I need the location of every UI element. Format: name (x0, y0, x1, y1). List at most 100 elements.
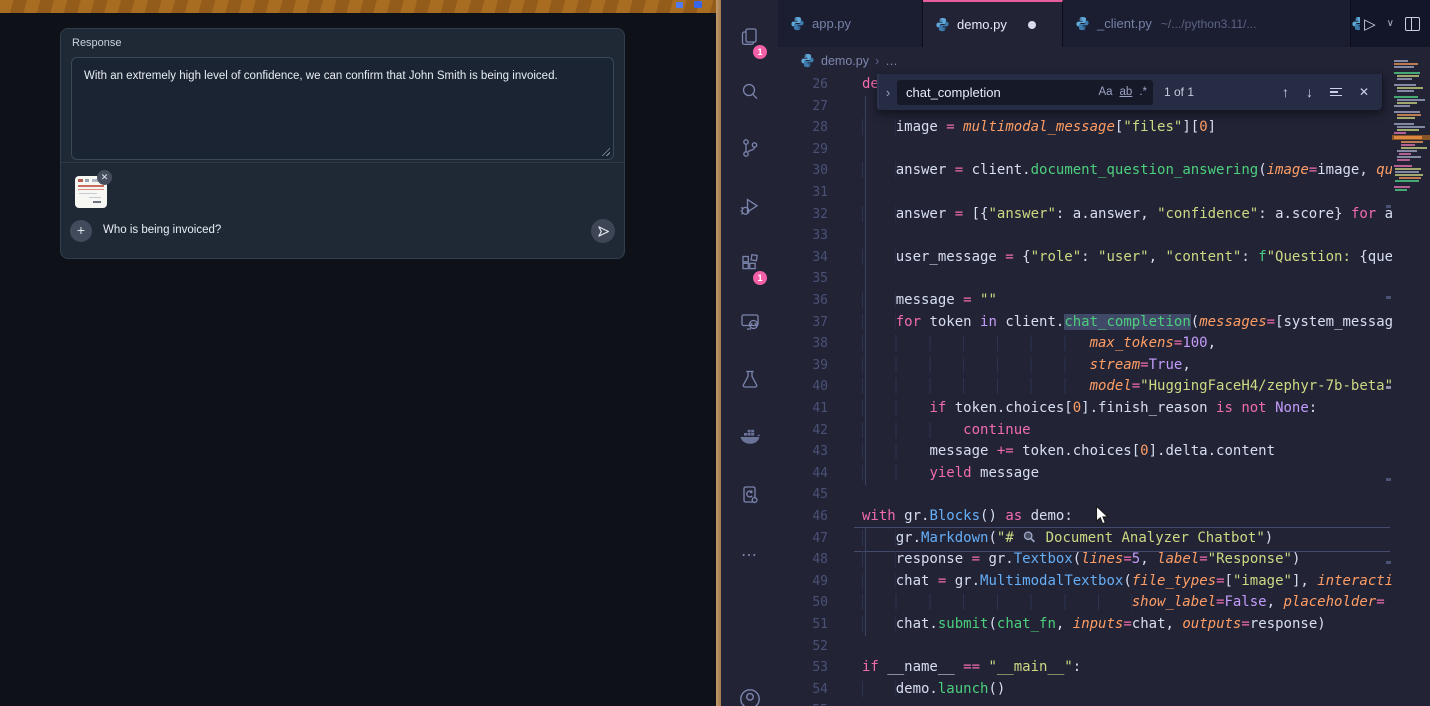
minimap-line (1397, 156, 1421, 158)
python-file-icon (1351, 16, 1360, 31)
line-number: 44 (716, 463, 828, 485)
code-line[interactable]: 47 gr.Markdown("# Document Analyzer Chat… (716, 528, 1392, 550)
response-textarea[interactable]: With an extremely high level of confiden… (71, 57, 614, 160)
minimap-line (1394, 72, 1420, 74)
line-number: 37 (716, 312, 828, 334)
code-line[interactable]: 48 response = gr.Textbox(lines=5, label=… (716, 549, 1392, 571)
minimap-line (1394, 84, 1416, 86)
close-find-button[interactable]: ✕ (1359, 85, 1369, 99)
tab-client-py[interactable]: _client.py ~/.../python3.11/... (1063, 0, 1351, 47)
code-line[interactable]: 35 (716, 268, 1392, 290)
editor-tabs: app.py demo.py _client.py ~/.../python3.… (778, 0, 1430, 47)
line-number: 30 (716, 160, 828, 182)
mouse-cursor (1095, 505, 1110, 531)
remove-attachment-button[interactable]: ✕ (97, 170, 112, 185)
minimap-line (1395, 189, 1407, 191)
minimap-line (1394, 123, 1414, 125)
code-line[interactable]: 29 (716, 139, 1392, 161)
find-in-selection-button[interactable] (1330, 86, 1342, 99)
minimap-line (1397, 78, 1412, 80)
python-file-icon (800, 53, 815, 68)
code-line[interactable]: 52 (716, 636, 1392, 658)
add-attachment-button[interactable]: + (70, 220, 92, 242)
line-number: 34 (716, 247, 828, 269)
resize-handle[interactable] (601, 147, 610, 156)
modified-dot-icon[interactable] (1028, 21, 1036, 29)
line-number: 48 (716, 549, 828, 571)
code-line[interactable]: 37 for token in client.chat_completion(m… (716, 312, 1392, 334)
code-line[interactable]: 28 image = multimodal_message["files"][0… (716, 117, 1392, 139)
code-line[interactable]: 36 message = "" (716, 290, 1392, 312)
overview-ruler-mark (1386, 205, 1391, 208)
code-line[interactable]: 53if __name__ == "__main__": (716, 657, 1392, 679)
breadcrumb-ellipsis[interactable]: … (885, 54, 898, 68)
code-line[interactable]: 44 yield message (716, 463, 1392, 485)
code-line[interactable]: 31 (716, 182, 1392, 204)
line-number: 46 (716, 506, 828, 528)
run-dropdown-chevron[interactable]: ∨ (1387, 18, 1394, 29)
code-line[interactable]: 49 chat = gr.MultimodalTextbox(file_type… (716, 571, 1392, 593)
run-python-file-button[interactable]: ▷ (1364, 15, 1376, 33)
vscode-window: 1 1 (716, 0, 1430, 706)
code-line[interactable]: 30 answer = client.document_question_ans… (716, 160, 1392, 182)
find-results-count: 1 of 1 (1164, 85, 1194, 99)
next-match-button[interactable]: ↓ (1306, 84, 1313, 100)
minimap-line (1397, 159, 1410, 161)
tab-label: _client.py (1097, 16, 1152, 31)
code-line[interactable]: 43 message += token.choices[0].delta.con… (716, 441, 1392, 463)
tab-demo-py[interactable]: demo.py (923, 0, 1063, 47)
previous-match-button[interactable]: ↑ (1282, 84, 1289, 100)
line-number: 40 (716, 376, 828, 398)
line-number: 42 (716, 420, 828, 442)
code-line[interactable]: 51 chat.submit(chat_fn, inputs=chat, out… (716, 614, 1392, 636)
match-case-toggle[interactable]: Aa (1098, 86, 1112, 98)
code-line[interactable]: 46with gr.Blocks() as demo: (716, 506, 1392, 528)
minimap-line (1395, 174, 1423, 176)
minimap-line (1401, 147, 1427, 149)
code-line[interactable]: 39 stream=True, (716, 355, 1392, 377)
minimap-line (1397, 75, 1419, 77)
code-line[interactable]: 45 (716, 484, 1392, 506)
code-line[interactable]: 50 show_label=False, placeholder= (716, 592, 1392, 614)
line-number: 35 (716, 268, 828, 290)
breadcrumb[interactable]: demo.py › … (778, 47, 1392, 74)
code-line[interactable]: 54 demo.launch() (716, 679, 1392, 701)
minimap-line (1394, 105, 1410, 107)
code-line[interactable]: 34 user_message = {"role": "user", "cont… (716, 247, 1392, 269)
minimap[interactable] (1392, 47, 1430, 706)
code-line[interactable]: 41 if token.choices[0].finish_reason is … (716, 398, 1392, 420)
explorer-icon[interactable]: 1 (721, 22, 778, 52)
breadcrumb-file[interactable]: demo.py (821, 54, 869, 68)
overview-ruler-mark (1386, 386, 1391, 389)
tab-path-detail: ~/.../python3.11/... (1161, 17, 1257, 31)
find-input[interactable]: chat_completion Aa ab .* (897, 80, 1153, 105)
code-line[interactable]: 42 continue (716, 420, 1392, 442)
minimap-line (1395, 180, 1419, 182)
toggle-replace-chevron[interactable]: › (879, 85, 897, 100)
python-file-icon (1075, 16, 1090, 31)
whole-word-toggle[interactable]: ab (1120, 86, 1133, 98)
chevron-right-icon: › (875, 53, 879, 68)
code-line[interactable]: 38 max_tokens=100, (716, 333, 1392, 355)
line-number: 26 (716, 74, 828, 96)
tab-app-py[interactable]: app.py (778, 0, 923, 47)
code-line[interactable]: 33 (716, 225, 1392, 247)
response-text: With an extremely high level of confiden… (84, 70, 558, 82)
line-number: 28 (716, 117, 828, 139)
code-line[interactable]: 55 (716, 700, 1392, 706)
minimap-line (1397, 102, 1417, 104)
code-line[interactable]: 40 model="HuggingFaceH4/zephyr-7b-beta", (716, 376, 1392, 398)
magnifier-emoji (1022, 530, 1037, 546)
editor-actions: ▷ ∨ (1364, 0, 1430, 47)
regex-toggle[interactable]: .* (1139, 86, 1147, 98)
code-line[interactable]: 32 answer = [{"answer": a.answer, "confi… (716, 204, 1392, 226)
line-number: 38 (716, 333, 828, 355)
minimap-line (1401, 144, 1415, 146)
minimap-line (1397, 129, 1419, 131)
minimap-line (1394, 60, 1408, 62)
chrome-blue-glyph (676, 2, 683, 8)
split-editor-button[interactable] (1405, 17, 1420, 31)
send-button[interactable] (591, 219, 615, 243)
chat-input[interactable]: Who is being invoiced? (103, 224, 221, 236)
overflow-tab-sliver (1351, 0, 1360, 47)
